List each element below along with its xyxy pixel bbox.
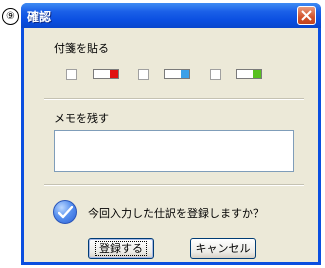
sticky-green-tip	[253, 70, 261, 78]
close-icon	[301, 10, 312, 21]
dialog-title: 確認	[27, 10, 52, 24]
question-icon	[53, 200, 77, 224]
cancel-button[interactable]: キャンセル	[190, 238, 256, 259]
register-button-label: 登録する	[95, 241, 147, 256]
sticky-red-checkbox[interactable]	[66, 69, 77, 80]
separator	[44, 98, 304, 100]
confirm-message: 今回入力した仕訳を登録しますか？	[88, 207, 264, 220]
separator	[44, 184, 304, 186]
close-button[interactable]	[297, 6, 316, 25]
confirm-dialog: 確認 付箋を貼る メモを残す 今回入力した仕訳を登録しますか？ 登録する キャン…	[21, 3, 321, 265]
sticky-blue-checkbox[interactable]	[138, 69, 149, 80]
sticky-red-swatch	[93, 69, 119, 79]
dialog-body: 付箋を貼る メモを残す 今回入力した仕訳を登録しますか？ 登録する キャンセル	[24, 28, 318, 262]
register-button[interactable]: 登録する	[88, 238, 154, 259]
sticky-green-checkbox[interactable]	[210, 69, 221, 80]
sticky-label: 付箋を貼る	[54, 42, 109, 55]
memo-textarea[interactable]	[54, 130, 294, 172]
title-bar[interactable]: 確認	[21, 3, 321, 28]
sticky-blue-swatch	[164, 69, 190, 79]
sticky-green-swatch	[236, 69, 262, 79]
step-marker: ⑨	[2, 8, 19, 25]
memo-label: メモを残す	[54, 112, 109, 125]
sticky-blue-tip	[181, 70, 189, 78]
sticky-red-tip	[110, 70, 118, 78]
